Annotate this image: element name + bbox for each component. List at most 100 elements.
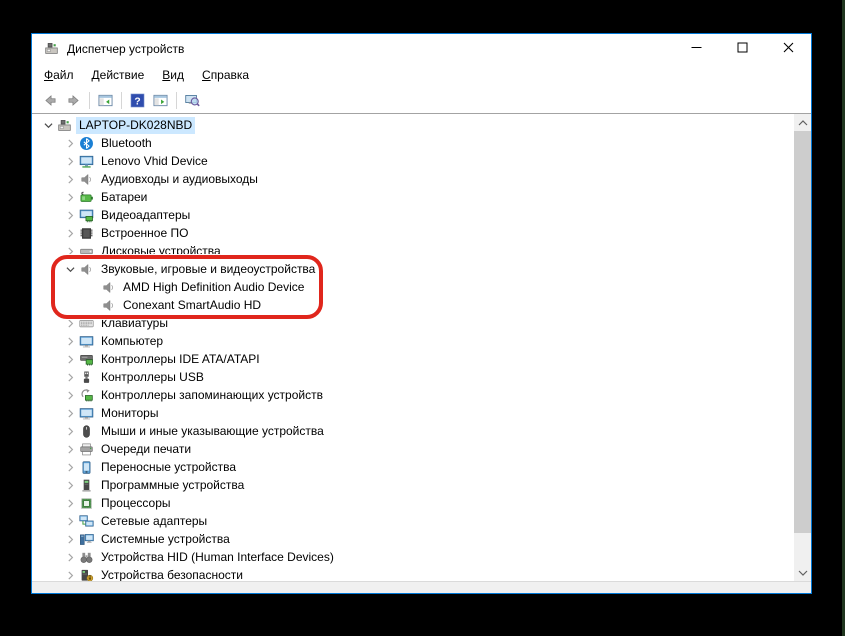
window-controls <box>673 34 811 63</box>
menu-item-file[interactable]: Файл <box>35 63 83 87</box>
chevron-right-icon[interactable] <box>62 189 78 205</box>
maximize-icon <box>737 41 748 56</box>
tree-item-label: AMD High Definition Audio Device <box>120 279 307 296</box>
security-device-icon <box>78 567 94 581</box>
tree-item[interactable]: Lenovo Vhid Device <box>32 152 794 170</box>
network-adapter-icon <box>78 513 94 529</box>
chevron-right-icon[interactable] <box>62 441 78 457</box>
tree-item[interactable]: Устройства безопасности <box>32 566 794 581</box>
tree-item[interactable]: Программные устройства <box>32 476 794 494</box>
tree-item[interactable]: Очереди печати <box>32 440 794 458</box>
tree-item[interactable]: AMD High Definition Audio Device <box>32 278 794 296</box>
tree-item[interactable]: Процессоры <box>32 494 794 512</box>
tree-item[interactable]: Контроллеры запоминающих устройств <box>32 386 794 404</box>
speaker-icon <box>78 261 94 277</box>
menu-item-help[interactable]: Справка <box>193 63 258 87</box>
scrollbar-thumb[interactable] <box>794 131 811 533</box>
tree-item[interactable]: Системные устройства <box>32 530 794 548</box>
mouse-icon <box>78 423 94 439</box>
chevron-right-icon[interactable] <box>62 207 78 223</box>
chevron-right-icon[interactable] <box>62 549 78 565</box>
forward-button[interactable] <box>62 89 85 111</box>
show-console-tree-button[interactable] <box>94 89 117 111</box>
chevron-right-icon[interactable] <box>62 369 78 385</box>
device-manager-app-icon <box>44 41 60 57</box>
speaker-icon <box>100 279 116 295</box>
tree-item[interactable]: Клавиатуры <box>32 314 794 332</box>
scroll-up-button[interactable] <box>794 114 811 131</box>
tree-item[interactable]: Видеоадаптеры <box>32 206 794 224</box>
chevron-right-icon[interactable] <box>62 459 78 475</box>
tree-item-label: Клавиатуры <box>98 315 171 332</box>
chevron-right-icon[interactable] <box>62 423 78 439</box>
chevron-right-icon[interactable] <box>62 405 78 421</box>
chevron-right-icon[interactable] <box>62 513 78 529</box>
chevron-right-icon[interactable] <box>62 135 78 151</box>
chevron-right-icon[interactable] <box>62 225 78 241</box>
chevron-right-icon[interactable] <box>62 171 78 187</box>
close-icon <box>783 41 794 56</box>
tree-item[interactable]: Мониторы <box>32 404 794 422</box>
tree-item-label: LAPTOP-DK028NBD <box>76 117 195 134</box>
back-button[interactable] <box>39 89 62 111</box>
action-pane-button[interactable] <box>149 89 172 111</box>
tree-item[interactable]: Сетевые адаптеры <box>32 512 794 530</box>
tree-item-label: Очереди печати <box>98 441 194 458</box>
maximize-button[interactable] <box>719 34 765 63</box>
tree-item[interactable]: Контроллеры IDE ATA/ATAPI <box>32 350 794 368</box>
disk-drive-icon <box>78 243 94 259</box>
chevron-right-icon[interactable] <box>62 495 78 511</box>
window-title: Диспетчер устройств <box>67 42 184 56</box>
tree-item-label: Сетевые адаптеры <box>98 513 210 530</box>
chevron-right-icon[interactable] <box>62 567 78 581</box>
tree-item-label: Контроллеры IDE ATA/ATAPI <box>98 351 263 368</box>
tree-item[interactable]: Мыши и иные указывающие устройства <box>32 422 794 440</box>
tree-item[interactable]: LAPTOP-DK028NBD <box>32 116 794 134</box>
tree-item-label: Компьютер <box>98 333 166 350</box>
tree-item[interactable]: Батареи <box>32 188 794 206</box>
tree-item[interactable]: Дисковые устройства <box>32 242 794 260</box>
tree-item[interactable]: Звуковые, игровые и видеоустройства <box>32 260 794 278</box>
chevron-right-icon[interactable] <box>62 351 78 367</box>
console-window-left-icon <box>98 93 113 108</box>
tree-item-label: Мониторы <box>98 405 161 422</box>
bluetooth-icon <box>78 135 94 151</box>
chevron-down-icon[interactable] <box>62 261 78 277</box>
tree-item-label: Контроллеры USB <box>98 369 207 386</box>
tree-item[interactable]: Переносные устройства <box>32 458 794 476</box>
arrow-left-icon <box>43 93 58 108</box>
tree-item[interactable]: Устройства HID (Human Interface Devices) <box>32 548 794 566</box>
help-button[interactable]: ? <box>126 89 149 111</box>
chevron-right-icon[interactable] <box>62 333 78 349</box>
menu-item-view[interactable]: Вид <box>153 63 193 87</box>
title-bar: Диспетчер устройств <box>32 34 811 63</box>
tree-item-label: Встроенное ПО <box>98 225 191 242</box>
chevron-right-icon[interactable] <box>62 477 78 493</box>
minimize-icon <box>691 41 702 56</box>
chevron-right-icon[interactable] <box>62 315 78 331</box>
chevron-right-icon[interactable] <box>62 153 78 169</box>
console-window-right-icon <box>153 93 168 108</box>
menu-item-action[interactable]: Действие <box>83 63 154 87</box>
chevron-right-icon[interactable] <box>62 243 78 259</box>
vertical-scrollbar[interactable] <box>794 114 811 581</box>
close-button[interactable] <box>765 34 811 63</box>
device-tree: LAPTOP-DK028NBDBluetoothLenovo Vhid Devi… <box>32 114 811 581</box>
chevron-right-icon[interactable] <box>62 531 78 547</box>
keyboard-icon <box>78 315 94 331</box>
tree-item-label: Аудиовходы и аудиовыходы <box>98 171 261 188</box>
tree-item[interactable]: Компьютер <box>32 332 794 350</box>
tree-item[interactable]: Conexant SmartAudio HD <box>32 296 794 314</box>
scan-hardware-button[interactable] <box>181 89 204 111</box>
tree-item[interactable]: Контроллеры USB <box>32 368 794 386</box>
tree-item[interactable]: Аудиовходы и аудиовыходы <box>32 170 794 188</box>
scroll-down-button[interactable] <box>794 564 811 581</box>
tree-item[interactable]: Bluetooth <box>32 134 794 152</box>
minimize-button[interactable] <box>673 34 719 63</box>
hid-device-icon <box>78 549 94 565</box>
software-device-icon <box>78 477 94 493</box>
tree-item[interactable]: Встроенное ПО <box>32 224 794 242</box>
chevron-right-icon[interactable] <box>62 387 78 403</box>
chevron-down-icon[interactable] <box>40 117 56 133</box>
tree-item-label: Программные устройства <box>98 477 247 494</box>
